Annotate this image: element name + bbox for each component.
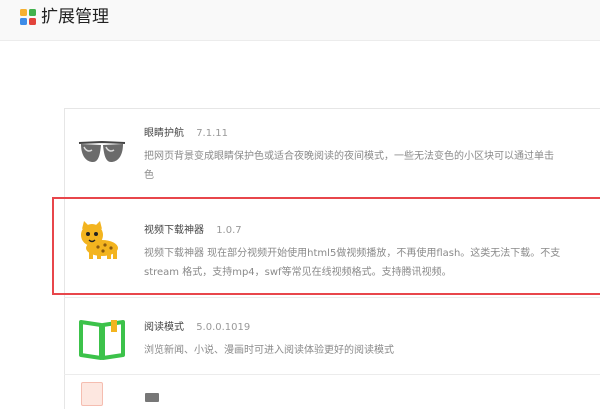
extension-item-reading-mode[interactable]: 阅读模式 5.0.0.1019 浏览新闻、小说、漫画时可进入阅读体验更好的阅读模… <box>64 298 600 375</box>
description-line: 色 <box>144 170 154 181</box>
sunglasses-icon <box>78 140 126 162</box>
extension-name: 阅读模式 <box>144 322 184 333</box>
extension-description: 把网页背景变成眼睛保护色或适合夜晚阅读的夜间模式，一些无法变色的小区块可以通过单… <box>144 147 594 185</box>
extension-name: 眼睛护航 <box>144 128 184 139</box>
extension-version: 5.0.0.1019 <box>196 322 251 333</box>
extension-description: 浏览新闻、小说、漫画时可进入阅读体验更好的阅读模式 <box>144 341 594 360</box>
extension-name <box>145 393 159 402</box>
grid-apps-icon <box>20 9 36 25</box>
extension-item-eye-care[interactable]: 眼睛护航 7.1.11 把网页背景变成眼睛保护色或适合夜晚阅读的夜间模式，一些无… <box>64 109 600 199</box>
description-line: 把网页背景变成眼睛保护色或适合夜晚阅读的夜间模式，一些无法变色的小区块可以通过单… <box>144 151 554 162</box>
extension-icon <box>81 382 103 406</box>
open-book-icon <box>79 320 125 360</box>
extension-version: 7.1.11 <box>196 128 228 139</box>
highlight-box <box>52 197 600 295</box>
description-line: 浏览新闻、小说、漫画时可进入阅读体验更好的阅读模式 <box>144 345 394 356</box>
header-bar: 扩展管理 <box>0 0 600 41</box>
page-title: 扩展管理 <box>41 7 109 27</box>
